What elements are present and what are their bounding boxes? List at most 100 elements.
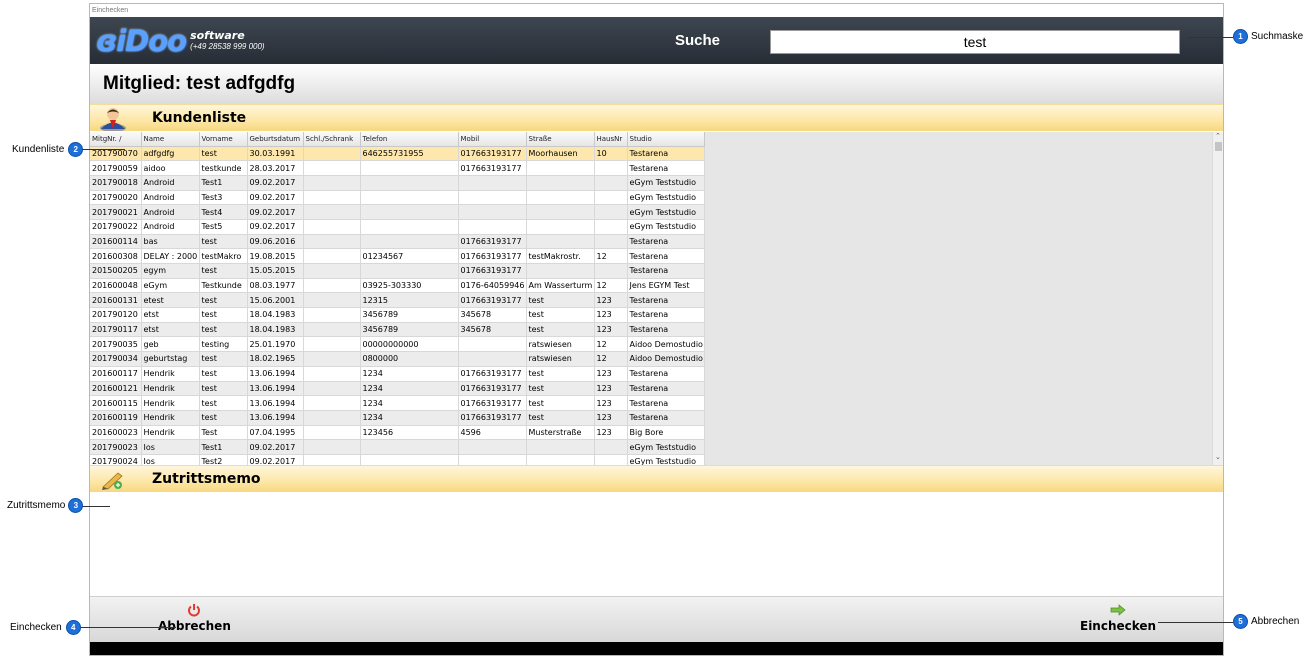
table-cell: [458, 190, 527, 206]
table-cell: 12: [594, 336, 628, 353]
table-cell: test: [526, 322, 595, 338]
table-row[interactable]: 201790021 Android Test4 09.02.2017 eGym Test…: [90, 204, 705, 220]
table-row[interactable]: 201600308 DELAY : 2000 testMakro 19.08.2015…: [90, 248, 705, 264]
column-header[interactable]: Name: [141, 132, 200, 147]
screenshot-stage: Einchecken ɞiDoo software (+49 28538 999…: [0, 0, 1310, 660]
table-cell: 201600117: [90, 366, 142, 382]
customer-list-title: Kundenliste: [152, 110, 247, 126]
table-cell: [594, 175, 628, 191]
table-cell: 18.04.1983: [247, 307, 304, 323]
search-input[interactable]: [770, 30, 1180, 54]
scroll-down-icon[interactable]: ⌄: [1215, 453, 1221, 461]
cancel-button[interactable]: Abbrechen: [158, 601, 231, 633]
table-row[interactable]: 201790024 Ios Test2 09.02.2017 eGym Teststud…: [90, 454, 705, 465]
table-row[interactable]: 201600131 etest test 15.06.2001 12315 0176631…: [90, 292, 705, 309]
callout-label: Abbrechen: [1251, 616, 1300, 627]
table-scrollbar[interactable]: ⌃ ⌄: [1212, 132, 1223, 465]
column-header[interactable]: Straße: [526, 132, 595, 147]
table-cell: [360, 160, 459, 176]
table-cell: 017663193177: [458, 160, 527, 176]
column-header[interactable]: Telefon: [360, 132, 459, 147]
scroll-up-icon[interactable]: ⌃: [1215, 132, 1221, 140]
column-header[interactable]: Mobil: [458, 132, 527, 147]
table-cell: 18.02.1965: [247, 351, 304, 367]
table-cell: test: [526, 381, 595, 397]
callout-line: [80, 506, 110, 507]
table-cell: 017663193177: [458, 381, 527, 397]
table-cell: bas: [141, 234, 200, 250]
table-cell: eGym Teststudio: [627, 175, 705, 191]
table-row[interactable]: 201790059 aidoo testkunde 28.03.2017 0176631…: [90, 160, 705, 176]
table-cell: 123: [594, 410, 628, 426]
column-header[interactable]: Schl./Schrank: [303, 132, 361, 147]
table-cell: test: [199, 395, 248, 411]
table-row[interactable]: 201790070 adfgdfg test 30.03.1991 6462557319…: [90, 146, 705, 162]
table-cell: [594, 454, 628, 465]
table-row[interactable]: 201600048 eGym Testkunde 08.03.1977 03925-30…: [90, 278, 705, 294]
table-cell: test: [199, 263, 248, 279]
column-header[interactable]: Vorname: [199, 132, 248, 147]
table-cell: 09.02.2017: [247, 190, 304, 206]
logo-software: software: [190, 29, 245, 42]
table-cell: 201790120: [90, 307, 142, 323]
table-cell: [360, 204, 459, 220]
table-row[interactable]: 201790023 Ios Test1 09.02.2017 eGym Teststud…: [90, 439, 705, 455]
table-cell: Aidoo Demostudio: [627, 336, 705, 353]
callout-zutrittsmemo: Zutrittsmemo 3: [7, 498, 84, 513]
table-row[interactable]: 201600023 Hendrik Test 07.04.1995 123456 4596…: [90, 425, 705, 441]
table-cell: [526, 190, 595, 206]
table-cell: 1234: [360, 395, 459, 411]
table-row[interactable]: 201790018 Android Test1 09.02.2017 eGym Test…: [90, 175, 705, 191]
table-cell: 09.02.2017: [247, 219, 304, 235]
table-cell: Testarena: [627, 381, 705, 397]
table-cell: 017663193177: [458, 146, 527, 162]
table-row[interactable]: 201600115 Hendrik test 13.06.1994 1234 017663…: [90, 395, 705, 411]
table-row[interactable]: 201790034 geburtstag test 18.02.1965 0800000…: [90, 351, 705, 367]
table-row[interactable]: 201500205 egym test 15.05.2015 017663193177 T…: [90, 263, 705, 279]
table-cell: test: [199, 351, 248, 367]
table-row[interactable]: 201790022 Android Test5 09.02.2017 eGym Test…: [90, 219, 705, 235]
table-cell: Musterstraße: [526, 425, 595, 441]
table-cell: test: [199, 366, 248, 382]
table-cell: [594, 190, 628, 206]
table-cell: Am Wasserturm: [526, 278, 595, 294]
table-cell: 13.06.1994: [247, 366, 304, 382]
table-cell: [303, 234, 361, 250]
memo-text-area[interactable]: [90, 493, 1223, 596]
table-cell: [303, 204, 361, 220]
table-row[interactable]: 201790020 Android Test3 09.02.2017 eGym Test…: [90, 190, 705, 206]
table-cell: 201600308: [90, 248, 142, 264]
table-cell: 201790024: [90, 454, 142, 465]
table-row[interactable]: 201790117 etst test 18.04.1983 3456789 345678…: [90, 322, 705, 338]
table-cell: 19.08.2015: [247, 248, 304, 264]
table-cell: 09.02.2017: [247, 454, 304, 465]
table-cell: Hendrik: [141, 381, 200, 397]
table-cell: 0800000: [360, 351, 459, 367]
column-header[interactable]: Geburtsdatum: [247, 132, 304, 147]
scroll-thumb[interactable]: [1215, 142, 1222, 151]
table-cell: 10: [594, 146, 628, 162]
column-header[interactable]: Studio: [627, 132, 705, 147]
table-cell: geb: [141, 336, 200, 353]
table-cell: 13.06.1994: [247, 381, 304, 397]
table-cell: [303, 454, 361, 465]
table-cell: [303, 263, 361, 279]
table-row[interactable]: 201600121 Hendrik test 13.06.1994 1234 017663…: [90, 381, 705, 397]
table-cell: 13.06.1994: [247, 410, 304, 426]
checkin-button[interactable]: Einchecken: [1080, 601, 1156, 633]
customer-list-header: Kundenliste: [90, 104, 1223, 131]
table-cell: 12: [594, 351, 628, 367]
table-row[interactable]: 201600114 bas test 09.06.2016 017663193177 Te…: [90, 234, 705, 250]
table-cell: 28.03.2017: [247, 160, 304, 176]
table-row[interactable]: 201600117 Hendrik test 13.06.1994 1234 017663…: [90, 366, 705, 382]
table-cell: test: [526, 292, 595, 309]
table-header: MitgNr. / Name Vorname Geburtsdatum Schl./Sc…: [90, 132, 705, 147]
table-row[interactable]: 201600119 Hendrik test 13.06.1994 1234 017663…: [90, 410, 705, 426]
column-header[interactable]: HausNr: [594, 132, 628, 147]
table-cell: [458, 219, 527, 235]
table-cell: [360, 439, 459, 455]
column-header[interactable]: MitgNr. /: [90, 132, 142, 147]
table-cell: Test2: [199, 454, 248, 465]
table-row[interactable]: 201790120 etst test 18.04.1983 3456789 345678…: [90, 307, 705, 323]
table-row[interactable]: 201790035 geb testing 25.01.1970 00000000000…: [90, 336, 705, 353]
